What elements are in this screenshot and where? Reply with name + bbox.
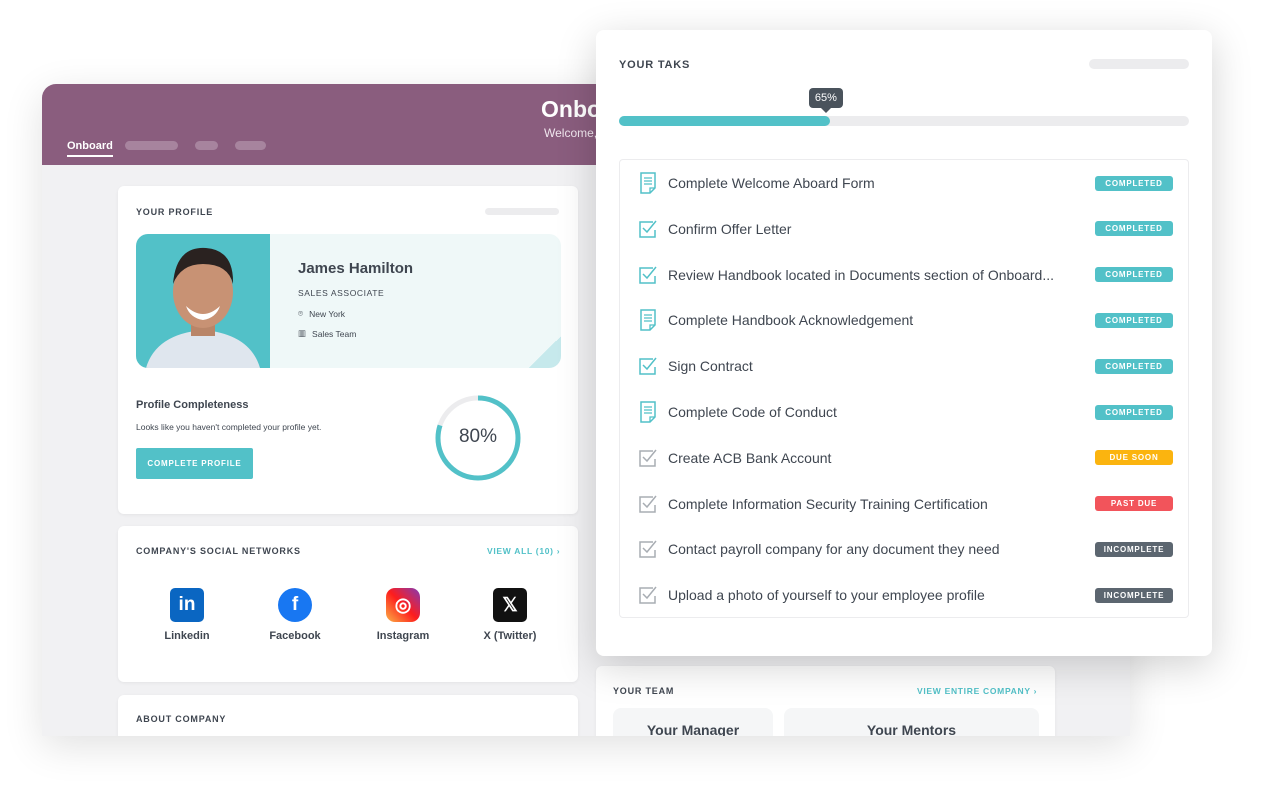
progress-tooltip: 65% (808, 88, 843, 113)
checkbox-icon (639, 495, 657, 513)
social-label: Linkedin (164, 630, 210, 642)
view-link-label: VIEW ENTIRE COMPANY (917, 686, 1031, 696)
task-row[interactable]: Complete Handbook Acknowledgement COMPLET… (620, 297, 1188, 343)
task-label: Complete Welcome Aboard Form (668, 175, 875, 191)
profile-location: New York (309, 308, 346, 319)
section-title: ABOUT COMPANY (136, 714, 227, 724)
manager-box[interactable]: Your Manager (613, 708, 773, 736)
checkbox-icon (639, 586, 657, 604)
task-label: Upload a photo of yourself to your emplo… (668, 587, 985, 604)
complete-profile-button[interactable]: COMPLETE PROFILE (136, 448, 253, 479)
status-badge: INCOMPLETE (1095, 587, 1173, 603)
task-label: Complete Handbook Acknowledgement (668, 312, 914, 329)
task-row[interactable]: Review Handbook located in Documents sec… (620, 252, 1188, 298)
document-icon (640, 172, 656, 194)
building-icon: ▥ (298, 328, 307, 338)
task-label: Complete Code of Conduct (668, 404, 837, 420)
social-instagram[interactable]: ◎ Instagram (358, 588, 448, 642)
status-badge: INCOMPLETE (1095, 541, 1173, 557)
task-label: Review Handbook located in Documents sec… (668, 266, 1054, 283)
avatar (136, 234, 270, 368)
completeness-text: Looks like you haven't completed your pr… (136, 422, 322, 432)
section-title: YOUR TEAM (613, 686, 675, 696)
task-label: Contact payroll company for any document… (668, 541, 1000, 558)
status-badge: COMPLETED (1095, 221, 1173, 237)
status-badge: COMPLETED (1095, 267, 1173, 283)
task-row[interactable]: Contact payroll company for any document… (620, 526, 1188, 572)
task-label: Complete Information Security Training C… (668, 495, 988, 512)
completeness-title: Profile Completeness (136, 399, 249, 411)
status-badge: COMPLETED (1095, 404, 1173, 420)
placeholder-bar (485, 208, 559, 215)
social-label: X (Twitter) (483, 630, 537, 642)
profile-name: James Hamilton (298, 260, 414, 277)
status-badge: COMPLETED (1095, 175, 1173, 191)
social-x[interactable]: 𝕏 X (Twitter) (465, 588, 555, 642)
tasks-title: YOUR TAKS (619, 59, 691, 71)
view-entire-company-link[interactable]: VIEW ENTIRE COMPANY › (917, 686, 1037, 696)
facebook-icon: f (278, 588, 312, 622)
checkbox-icon (639, 449, 657, 467)
task-row[interactable]: Complete Code of Conduct COMPLETED (620, 389, 1188, 435)
task-row[interactable]: Complete Information Security Training C… (620, 481, 1188, 527)
instagram-icon: ◎ (386, 588, 420, 622)
tasks-panel: YOUR TAKS 65% Complete Welcome Aboard Fo… (596, 30, 1212, 656)
social-linkedin[interactable]: in Linkedin (142, 588, 232, 642)
profile-team: Sales Team (312, 328, 357, 339)
tasks-progress-bar (619, 116, 1189, 126)
profile-role: SALES ASSOCIATE (298, 288, 385, 298)
tab-placeholder[interactable] (195, 141, 218, 150)
status-badge: DUE SOON (1095, 450, 1173, 466)
mentors-box[interactable]: Your Mentors (784, 708, 1039, 736)
task-row[interactable]: Upload a photo of yourself to your emplo… (620, 572, 1188, 618)
status-badge: COMPLETED (1095, 312, 1173, 328)
profile-summary: James Hamilton SALES ASSOCIATE ⌾ New York… (136, 234, 561, 368)
social-label: Instagram (376, 630, 430, 642)
view-all-label: VIEW ALL (10) (487, 546, 554, 556)
checkbox-icon (639, 220, 657, 238)
document-icon (640, 401, 656, 423)
about-card: ABOUT COMPANY (118, 695, 578, 736)
task-list: Complete Welcome Aboard Form COMPLETED Con… (619, 159, 1189, 618)
task-label: Create ACB Bank Account (668, 449, 832, 466)
linkedin-icon: in (170, 588, 204, 622)
social-label: Facebook (269, 630, 321, 642)
profile-card: YOUR PROFILE James Hamilton SALES ASSOCI… (118, 186, 578, 514)
status-badge: COMPLETED (1095, 358, 1173, 374)
page-curl-shade (529, 336, 561, 368)
view-all-link[interactable]: VIEW ALL (10) › (487, 546, 560, 556)
task-row[interactable]: Confirm Offer Letter COMPLETED (620, 206, 1188, 252)
task-label: Sign Contract (668, 358, 753, 375)
status-badge: PAST DUE (1095, 496, 1173, 512)
social-facebook[interactable]: f Facebook (250, 588, 340, 642)
placeholder-bar (1089, 59, 1189, 69)
tasks-progress-fill (619, 116, 830, 126)
task-label: Confirm Offer Letter (668, 220, 792, 237)
checkbox-icon (639, 357, 657, 375)
tab-placeholder[interactable] (125, 141, 178, 150)
tab-placeholder[interactable] (235, 141, 266, 150)
section-title: YOUR PROFILE (136, 207, 214, 217)
task-row[interactable]: Sign Contract COMPLETED (620, 343, 1188, 389)
task-row[interactable]: Complete Welcome Aboard Form COMPLETED (620, 160, 1188, 206)
checkbox-icon (639, 540, 657, 559)
tab-onboard[interactable]: Onboard (67, 140, 113, 157)
welcome-text: Welcome, (544, 126, 598, 140)
location-icon: ⌾ (298, 308, 304, 318)
checkbox-icon (639, 266, 657, 284)
completeness-percent: 80% (458, 426, 498, 447)
team-card: YOUR TEAM VIEW ENTIRE COMPANY › Your Man… (596, 666, 1055, 736)
x-icon: 𝕏 (493, 588, 527, 622)
section-title: COMPANY'S SOCIAL NETWORKS (136, 546, 301, 556)
task-row[interactable]: Create ACB Bank Account DUE SOON (620, 435, 1188, 481)
document-icon (640, 309, 656, 332)
social-card: COMPANY'S SOCIAL NETWORKS VIEW ALL (10) … (118, 526, 578, 682)
